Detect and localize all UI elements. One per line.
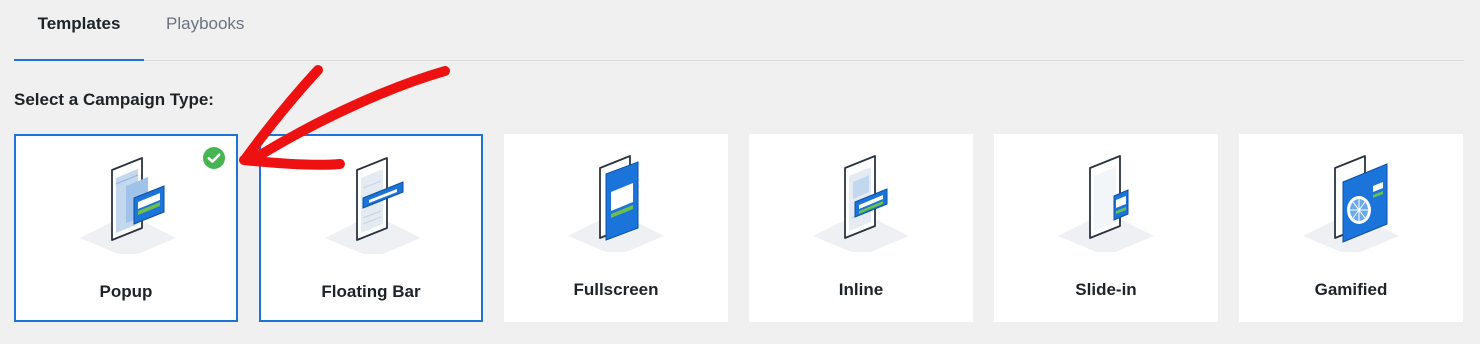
gamified-illustration-icon bbox=[1303, 155, 1399, 252]
campaign-card-slide-in[interactable]: Slide-in bbox=[994, 134, 1218, 322]
inline-illustration-icon bbox=[813, 155, 909, 252]
section-heading: Select a Campaign Type: bbox=[14, 90, 214, 109]
campaign-card-floating-bar[interactable]: Floating Bar bbox=[259, 134, 483, 322]
popup-illustration-icon bbox=[80, 157, 176, 254]
campaign-card-gamified[interactable]: Gamified bbox=[1239, 134, 1463, 322]
floating-bar-illustration-icon bbox=[325, 157, 421, 254]
campaign-type-panel: Templates Playbooks Select a Campaign Ty… bbox=[0, 0, 1480, 344]
campaign-card-label: Inline bbox=[838, 280, 884, 299]
tab-templates[interactable]: Templates bbox=[14, 0, 144, 61]
campaign-card-label: Slide-in bbox=[1075, 280, 1137, 299]
fullscreen-illustration-icon bbox=[568, 155, 664, 252]
campaign-card-popup[interactable]: Popup bbox=[14, 134, 238, 322]
campaign-card-label: Fullscreen bbox=[573, 280, 659, 299]
check-circle-icon bbox=[203, 147, 225, 169]
tab-playbooks[interactable]: Playbooks bbox=[166, 0, 248, 60]
campaign-card-label: Gamified bbox=[1314, 280, 1388, 299]
slide-in-illustration-icon bbox=[1058, 155, 1154, 252]
campaign-card-label: Floating Bar bbox=[321, 282, 421, 301]
tab-bar: Templates Playbooks bbox=[14, 0, 1464, 61]
campaign-card-inline[interactable]: Inline bbox=[749, 134, 973, 322]
campaign-card-label: Popup bbox=[99, 282, 153, 301]
campaign-card-fullscreen[interactable]: Fullscreen bbox=[504, 134, 728, 322]
